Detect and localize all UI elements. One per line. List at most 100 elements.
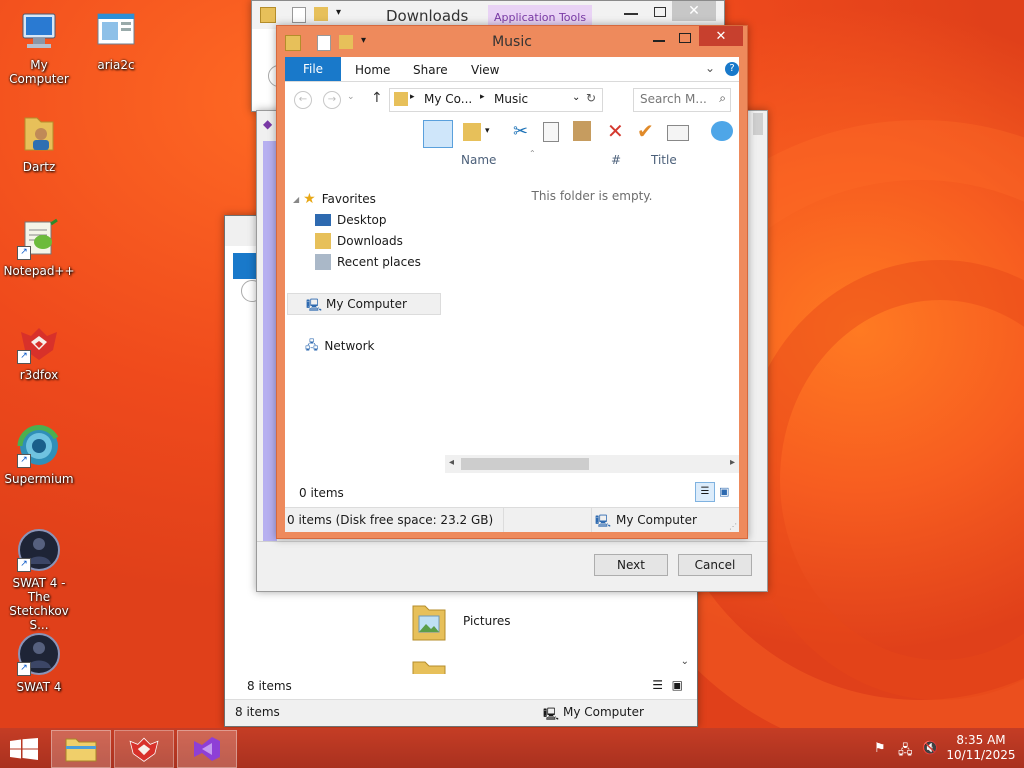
resize-grip-icon[interactable]: ⋰ [729, 522, 737, 531]
r3dfox-icon [129, 737, 159, 762]
pictures-folder-label[interactable]: Pictures [463, 614, 511, 628]
new-folder-icon[interactable] [314, 7, 328, 21]
desktop-icon-r3dfox[interactable]: ↗ r3dfox [1, 320, 77, 382]
back-arrow-icon[interactable]: ← [294, 91, 312, 109]
tab-share[interactable]: Share [413, 63, 448, 77]
folder-icon[interactable] [411, 656, 447, 674]
search-icon[interactable]: ⌕ [719, 91, 726, 106]
sidebar-item-downloads[interactable]: Downloads [315, 231, 403, 251]
visual-studio-icon: ◆ [263, 117, 273, 131]
paste-icon[interactable] [573, 121, 591, 141]
scrollbar-thumb[interactable] [461, 458, 589, 470]
details-view-icon[interactable]: ☰ [652, 678, 663, 692]
column-header-name[interactable]: Name [461, 153, 496, 167]
breadcrumb-item[interactable]: My Co... [424, 92, 472, 106]
cancel-button[interactable]: Cancel [678, 554, 752, 576]
expand-arrow-icon[interactable]: ◢ [293, 195, 299, 204]
desktop-icon-notepadpp[interactable]: ↗ Notepad++ [1, 216, 77, 278]
sidebar-item-label: My Computer [326, 297, 407, 311]
address-dropdown-icon[interactable]: ⌄ [572, 92, 580, 103]
pictures-folder-icon[interactable] [411, 600, 447, 644]
help-icon[interactable]: ? [725, 62, 739, 76]
desktop-icon-supermium[interactable]: ↗ Supermium [1, 424, 77, 486]
quick-access-dropdown-icon[interactable]: ▾ [336, 7, 341, 18]
globe-icon[interactable] [711, 121, 733, 141]
sidebar-item-recent-places[interactable]: Recent places [315, 252, 421, 272]
scroll-left-icon[interactable]: ◂ [449, 457, 454, 468]
status-text: 0 items (Disk free space: 23.2 GB) [287, 513, 494, 527]
properties-icon[interactable] [667, 125, 689, 141]
column-header-number[interactable]: # [611, 153, 621, 167]
network-icon[interactable]: 🖧 [898, 741, 913, 763]
next-button[interactable]: Next [594, 554, 668, 576]
shortcut-arrow-icon: ↗ [17, 454, 31, 468]
address-bar[interactable]: ▸ My Co... ▸ Music ⌄ ↻ [389, 88, 603, 112]
recent-locations-dropdown-icon[interactable]: ⌄ [347, 92, 355, 102]
taskbar-file-explorer[interactable] [51, 730, 111, 768]
breadcrumb-item[interactable]: Music [494, 92, 528, 106]
delete-icon[interactable]: ✕ [607, 119, 624, 143]
dialog-divider [257, 541, 767, 542]
large-icons-view-icon[interactable]: ▣ [719, 485, 729, 498]
details-view-icon[interactable]: ☰ [695, 482, 715, 502]
tab-view[interactable]: View [471, 63, 499, 77]
application-tools-tab[interactable]: Application Tools [488, 5, 593, 27]
navigation-pane-button[interactable] [423, 120, 453, 148]
status-items: 8 items [235, 705, 280, 719]
taskbar-visual-studio[interactable] [177, 730, 237, 768]
start-button[interactable] [10, 738, 38, 760]
properties-icon[interactable] [292, 7, 306, 23]
status-location: My Computer [616, 513, 697, 527]
status-divider [591, 508, 592, 532]
maximize-icon[interactable] [654, 7, 666, 17]
desktop-icon-dartz[interactable]: Dartz [1, 112, 77, 174]
file-list[interactable]: Name ⌃ # Title This folder is empty. ◂ ▸ [445, 149, 739, 479]
forward-arrow-icon[interactable]: → [323, 91, 341, 109]
scroll-right-icon[interactable]: ▸ [730, 457, 735, 468]
close-button[interactable]: ✕ [699, 26, 743, 46]
volume-muted-icon[interactable]: 🔇 [922, 741, 938, 756]
computer-icon: 🖳 [595, 514, 612, 528]
sidebar-item-desktop[interactable]: Desktop [315, 210, 387, 230]
file-explorer-icon [65, 738, 97, 762]
breadcrumb-separator-icon[interactable]: ▸ [480, 92, 485, 102]
sidebar-item-network[interactable]: 🖧 Network [305, 336, 375, 356]
breadcrumb-separator-icon[interactable]: ▸ [410, 92, 415, 102]
maximize-icon[interactable] [679, 33, 691, 43]
search-input[interactable]: Search M... [640, 92, 707, 106]
refresh-icon[interactable]: ↻ [586, 91, 596, 105]
clock[interactable]: 8:35 AM 10/11/2025 [946, 733, 1016, 763]
minimize-icon[interactable] [624, 13, 638, 15]
horizontal-scrollbar[interactable]: ◂ ▸ [445, 455, 739, 473]
desktop-icon-aria2c[interactable]: aria2c [78, 10, 154, 72]
new-folder-dropdown-icon[interactable]: ▾ [485, 126, 490, 136]
up-arrow-icon[interactable]: ↑ [371, 90, 383, 106]
copy-icon[interactable] [543, 122, 559, 142]
close-button[interactable]: ✕ [672, 1, 716, 21]
taskbar-r3dfox[interactable] [114, 730, 174, 768]
cut-icon[interactable]: ✂ [513, 121, 528, 142]
rename-icon[interactable]: ✔ [637, 119, 654, 143]
tab-home[interactable]: Home [355, 63, 390, 77]
desktop-icon-swat4[interactable]: ↗ SWAT 4 [1, 632, 77, 694]
item-count: 0 items [299, 486, 344, 500]
desktop-icon-label: Dartz [22, 160, 56, 174]
ribbon-expand-icon[interactable]: ⌄ [705, 61, 715, 75]
sidebar-item-favorites[interactable]: ◢ ★ Favorites [293, 189, 376, 209]
tab-file[interactable]: File [285, 57, 341, 81]
desktop-icon-my-computer[interactable]: My Computer [1, 10, 77, 86]
recent-places-icon [315, 254, 331, 270]
column-header-title[interactable]: Title [651, 153, 677, 167]
large-icons-view-icon[interactable]: ▣ [672, 678, 683, 692]
minimize-icon[interactable] [653, 40, 665, 42]
sidebar-item-my-computer[interactable]: 🖳 My Computer [287, 293, 441, 315]
sidebar-item-label: Recent places [337, 255, 421, 269]
music-explorer-window[interactable]: ▾ Music ✕ File Home Share View ⌄ ? ← → ⌄… [276, 25, 748, 539]
desktop-icon-swat4-stetchkov[interactable]: ↗ SWAT 4 - The Stetchkov S... [1, 528, 77, 632]
new-folder-icon[interactable] [463, 123, 481, 141]
action-center-flag-icon[interactable]: ⚑ [874, 741, 886, 756]
sidebar-item-label: Downloads [337, 234, 403, 248]
scrollbar-thumb[interactable] [753, 113, 763, 135]
scroll-down-icon[interactable]: ⌄ [681, 656, 689, 667]
search-box[interactable]: Search M... ⌕ [633, 88, 731, 112]
